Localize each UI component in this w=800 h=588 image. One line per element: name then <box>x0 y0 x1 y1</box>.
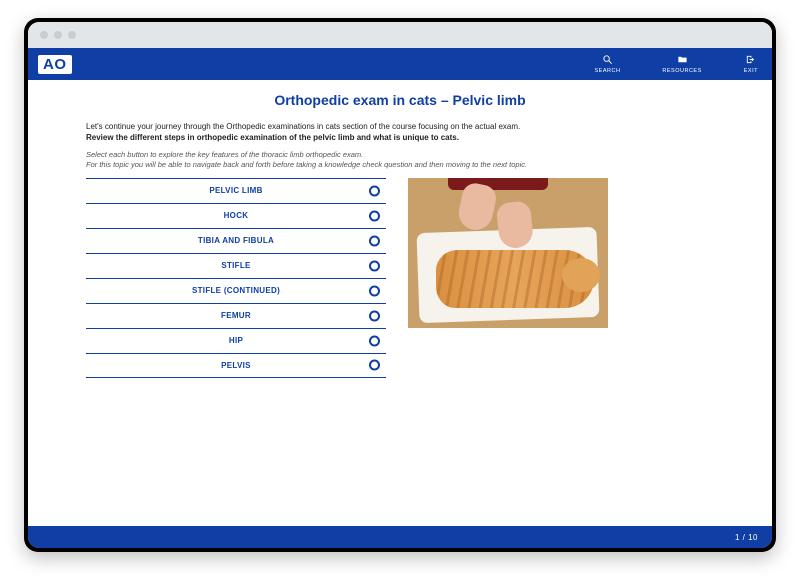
top-actions: SEARCH RESOURCES EXIT <box>595 54 763 74</box>
radio-icon <box>369 335 380 346</box>
topic-item-pelvis[interactable]: PELVIS <box>86 353 386 378</box>
image-cat-head <box>562 258 600 292</box>
folder-icon <box>677 54 688 67</box>
radio-icon <box>369 360 380 371</box>
window-dot <box>40 31 48 39</box>
instruction-line1: Select each button to explore the key fe… <box>86 150 363 159</box>
search-button[interactable]: SEARCH <box>595 54 621 74</box>
page-indicator: 1 / 10 <box>735 533 758 542</box>
topic-label: HIP <box>229 336 243 345</box>
topic-item-tibia-fibula[interactable]: TIBIA AND FIBULA <box>86 228 386 253</box>
topic-item-pelvic-limb[interactable]: PELVIC LIMB <box>86 178 386 203</box>
instructions: Select each button to explore the key fe… <box>86 150 714 170</box>
radio-icon <box>369 210 380 221</box>
resources-button[interactable]: RESOURCES <box>662 54 701 74</box>
footer: 1 / 10 <box>28 526 772 548</box>
device-inner: AO SEARCH RESOURCES <box>28 22 772 548</box>
instruction-line2: For this topic you will be able to navig… <box>86 160 527 169</box>
topic-label: TIBIA AND FIBULA <box>198 236 274 245</box>
app: AO SEARCH RESOURCES <box>28 48 772 548</box>
browser-chrome <box>28 22 772 48</box>
exit-button[interactable]: EXIT <box>744 54 758 74</box>
window-dot <box>54 31 62 39</box>
topbar: AO SEARCH RESOURCES <box>28 48 772 80</box>
intro-text: Let's continue your journey through the … <box>86 122 714 144</box>
exit-icon <box>745 54 756 67</box>
logo: AO <box>38 55 72 74</box>
topic-item-hip[interactable]: HIP <box>86 328 386 353</box>
search-label: SEARCH <box>595 68 621 74</box>
radio-icon <box>369 235 380 246</box>
image-column <box>408 178 608 328</box>
topic-label: STIFLE (CONTINUED) <box>192 286 280 295</box>
body-row: PELVIC LIMB HOCK TIBIA AND FIBULA S <box>86 178 714 378</box>
topic-label: STIFLE <box>221 261 250 270</box>
topic-item-femur[interactable]: FEMUR <box>86 303 386 328</box>
topic-item-hock[interactable]: HOCK <box>86 203 386 228</box>
device-frame: AO SEARCH RESOURCES <box>24 18 776 552</box>
topic-image <box>408 178 608 328</box>
topic-label: FEMUR <box>221 311 251 320</box>
radio-icon <box>369 260 380 271</box>
page-title: Orthopedic exam in cats – Pelvic limb <box>86 92 714 108</box>
topic-item-stifle[interactable]: STIFLE <box>86 253 386 278</box>
intro-bold: Review the different steps in orthopedic… <box>86 133 459 142</box>
topic-label: PELVIS <box>221 361 251 370</box>
intro-line1: Let's continue your journey through the … <box>86 122 520 131</box>
search-icon <box>602 54 613 67</box>
content: Orthopedic exam in cats – Pelvic limb Le… <box>28 80 772 526</box>
topic-label: HOCK <box>224 211 249 220</box>
window-dot <box>68 31 76 39</box>
image-sleeve <box>448 178 548 190</box>
radio-icon <box>369 310 380 321</box>
radio-icon <box>369 285 380 296</box>
resources-label: RESOURCES <box>662 68 701 74</box>
radio-icon <box>369 185 380 196</box>
topic-item-stifle-continued[interactable]: STIFLE (CONTINUED) <box>86 278 386 303</box>
topic-label: PELVIC LIMB <box>209 186 262 195</box>
exit-label: EXIT <box>744 68 758 74</box>
topic-list: PELVIC LIMB HOCK TIBIA AND FIBULA S <box>86 178 386 378</box>
